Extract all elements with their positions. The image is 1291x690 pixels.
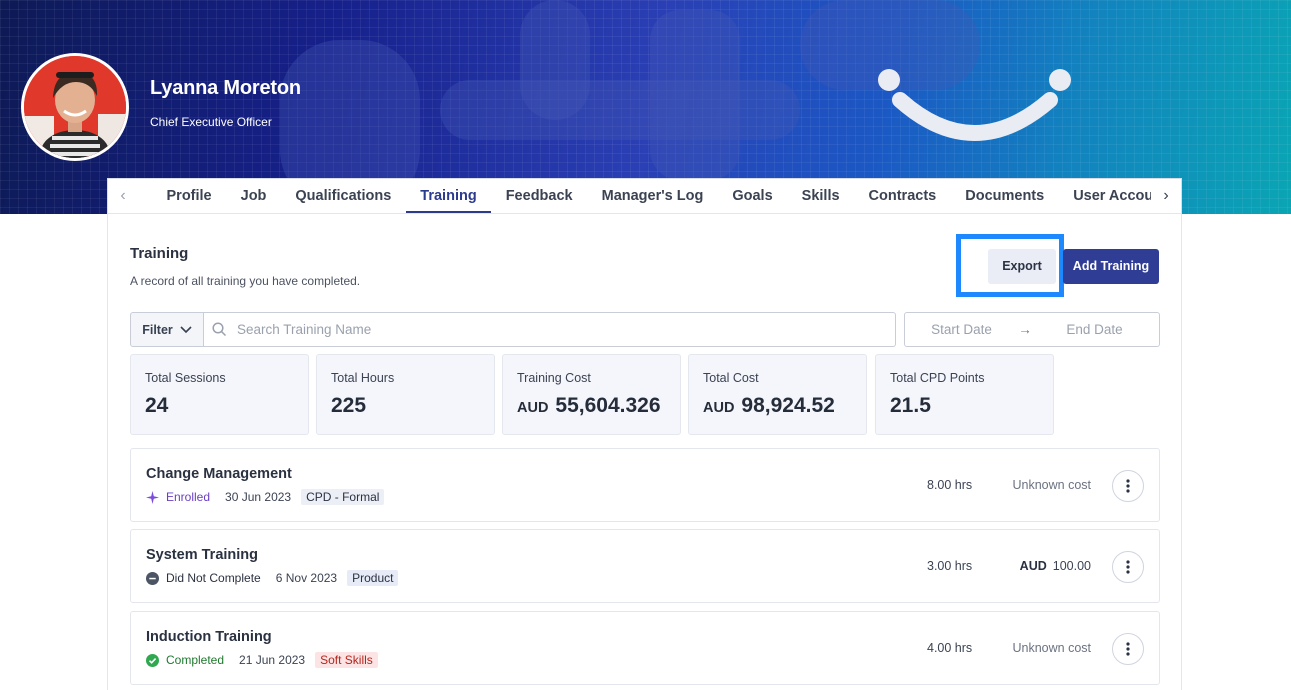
training-name[interactable]: System Training (146, 547, 258, 563)
stat-card: Total Hours 225 (316, 354, 495, 435)
arrow-right-icon: → (1018, 322, 1032, 337)
tab-list: Profile Job Qualifications Training Feedback… (138, 179, 1181, 213)
training-meta: Enrolled 30 Jun 2023 CPD - Formal (146, 488, 385, 506)
end-date-field[interactable]: End Date (1032, 322, 1157, 337)
stat-currency: AUD (517, 400, 549, 416)
check-circle-icon (146, 653, 159, 667)
training-row[interactable]: System Training Did Not Complete 6 Nov 202… (130, 529, 1160, 603)
stat-number: 55,604.326 (555, 394, 661, 417)
tab-skills[interactable]: Skills (787, 179, 854, 213)
search-box (204, 312, 896, 347)
search-icon (212, 322, 227, 337)
stat-value: 225 (331, 394, 366, 418)
chevron-down-icon (180, 325, 192, 333)
stat-number: 225 (331, 394, 367, 417)
stat-card: Total Sessions 24 (130, 354, 309, 435)
tab-goals[interactable]: Goals (718, 179, 787, 213)
tab-training[interactable]: Training (405, 179, 492, 213)
category-tag: CPD - Formal (301, 489, 385, 505)
page-subtitle: A record of all training you have comple… (130, 274, 361, 288)
tab-scroll-right-icon[interactable]: › (1151, 179, 1181, 213)
export-highlight-box (956, 234, 1064, 297)
page-title: Training (130, 245, 189, 262)
status-label: Completed (166, 653, 225, 667)
tab-documents[interactable]: Documents (951, 179, 1059, 213)
cost-value: Unknown cost (1012, 478, 1091, 492)
training-name[interactable]: Change Management (146, 466, 292, 482)
stat-card: Training Cost AUD 55,604.326 (502, 354, 681, 435)
stat-currency: AUD (703, 400, 735, 416)
stat-label: Total Hours (331, 371, 395, 385)
start-date-field[interactable]: Start Date (905, 322, 1018, 337)
more-options-button[interactable] (1112, 551, 1144, 583)
tab-feedback[interactable]: Feedback (491, 179, 587, 213)
training-row[interactable]: Change Management Enrolled 30 Jun 2023 CPD … (130, 448, 1160, 522)
training-date: 6 Nov 2023 (275, 571, 338, 585)
stat-number: 21.5 (890, 394, 931, 417)
stat-label: Training Cost (517, 371, 591, 385)
tab-job[interactable]: Job (226, 179, 281, 213)
training-hours: 4.00 hrs (927, 641, 973, 655)
kebab-menu-icon (1126, 560, 1130, 574)
stat-number: 98,924.52 (741, 394, 835, 417)
training-date: 30 Jun 2023 (225, 490, 292, 504)
kebab-menu-icon (1126, 479, 1130, 493)
stat-label: Total Cost (703, 371, 759, 385)
stat-card: Total CPD Points 21.5 (875, 354, 1054, 435)
stat-label: Total Sessions (145, 371, 226, 385)
stat-value: AUD 55,604.326 (517, 394, 661, 418)
cost-value: 100.00 (1052, 559, 1091, 573)
tab-qualifications[interactable]: Qualifications (281, 179, 406, 213)
search-input[interactable] (237, 322, 837, 337)
tab-scroll-left-icon[interactable]: ‹ (108, 179, 138, 213)
stat-value: AUD 98,924.52 (703, 394, 835, 418)
tab-manager-s-log[interactable]: Manager's Log (587, 179, 718, 213)
more-options-button[interactable] (1112, 633, 1144, 665)
training-card: Training A record of all training you ha… (107, 214, 1182, 690)
date-range-picker[interactable]: Start Date → End Date (904, 312, 1160, 347)
training-name[interactable]: Induction Training (146, 629, 272, 645)
training-meta: Completed 21 Jun 2023 Soft Skills (146, 651, 378, 669)
stat-label: Total CPD Points (890, 371, 985, 385)
brand-smile-logo (878, 69, 1071, 141)
profile-name: Lyanna Moreton (150, 77, 301, 99)
sparkle-icon (146, 490, 159, 504)
training-cost: Unknown cost (1012, 641, 1091, 655)
more-options-button[interactable] (1112, 470, 1144, 502)
add-training-button[interactable]: Add Training (1063, 249, 1159, 284)
category-tag: Product (347, 570, 399, 586)
category-tag: Soft Skills (315, 652, 378, 668)
cost-currency: AUD (1019, 559, 1047, 573)
status-label: Enrolled (166, 490, 211, 504)
profile-role: Chief Executive Officer (150, 115, 272, 129)
stat-number: 24 (145, 394, 169, 417)
tab-contracts[interactable]: Contracts (854, 179, 951, 213)
training-meta: Did Not Complete 6 Nov 2023 Product (146, 569, 399, 587)
filter-label: Filter (142, 322, 173, 337)
filter-button[interactable]: Filter (130, 312, 204, 347)
training-hours: 3.00 hrs (927, 559, 973, 573)
minus-circle-icon (146, 571, 159, 585)
training-date: 21 Jun 2023 (239, 653, 306, 667)
training-hours: 8.00 hrs (927, 478, 973, 492)
status-label: Did Not Complete (166, 571, 261, 585)
training-row[interactable]: Induction Training Completed 21 Jun 2023 So… (130, 611, 1160, 685)
kebab-menu-icon (1126, 642, 1130, 656)
profile-tabs: ‹ Profile Job Qualifications Training Feedba… (107, 178, 1182, 214)
tab-profile[interactable]: Profile (152, 179, 226, 213)
cost-value: Unknown cost (1012, 641, 1091, 655)
stat-value: 24 (145, 394, 168, 418)
stat-value: 21.5 (890, 394, 931, 418)
training-cost: AUD 100.00 (1020, 559, 1091, 573)
avatar (21, 53, 129, 161)
stat-card: Total Cost AUD 98,924.52 (688, 354, 867, 435)
training-cost: Unknown cost (1012, 478, 1091, 492)
